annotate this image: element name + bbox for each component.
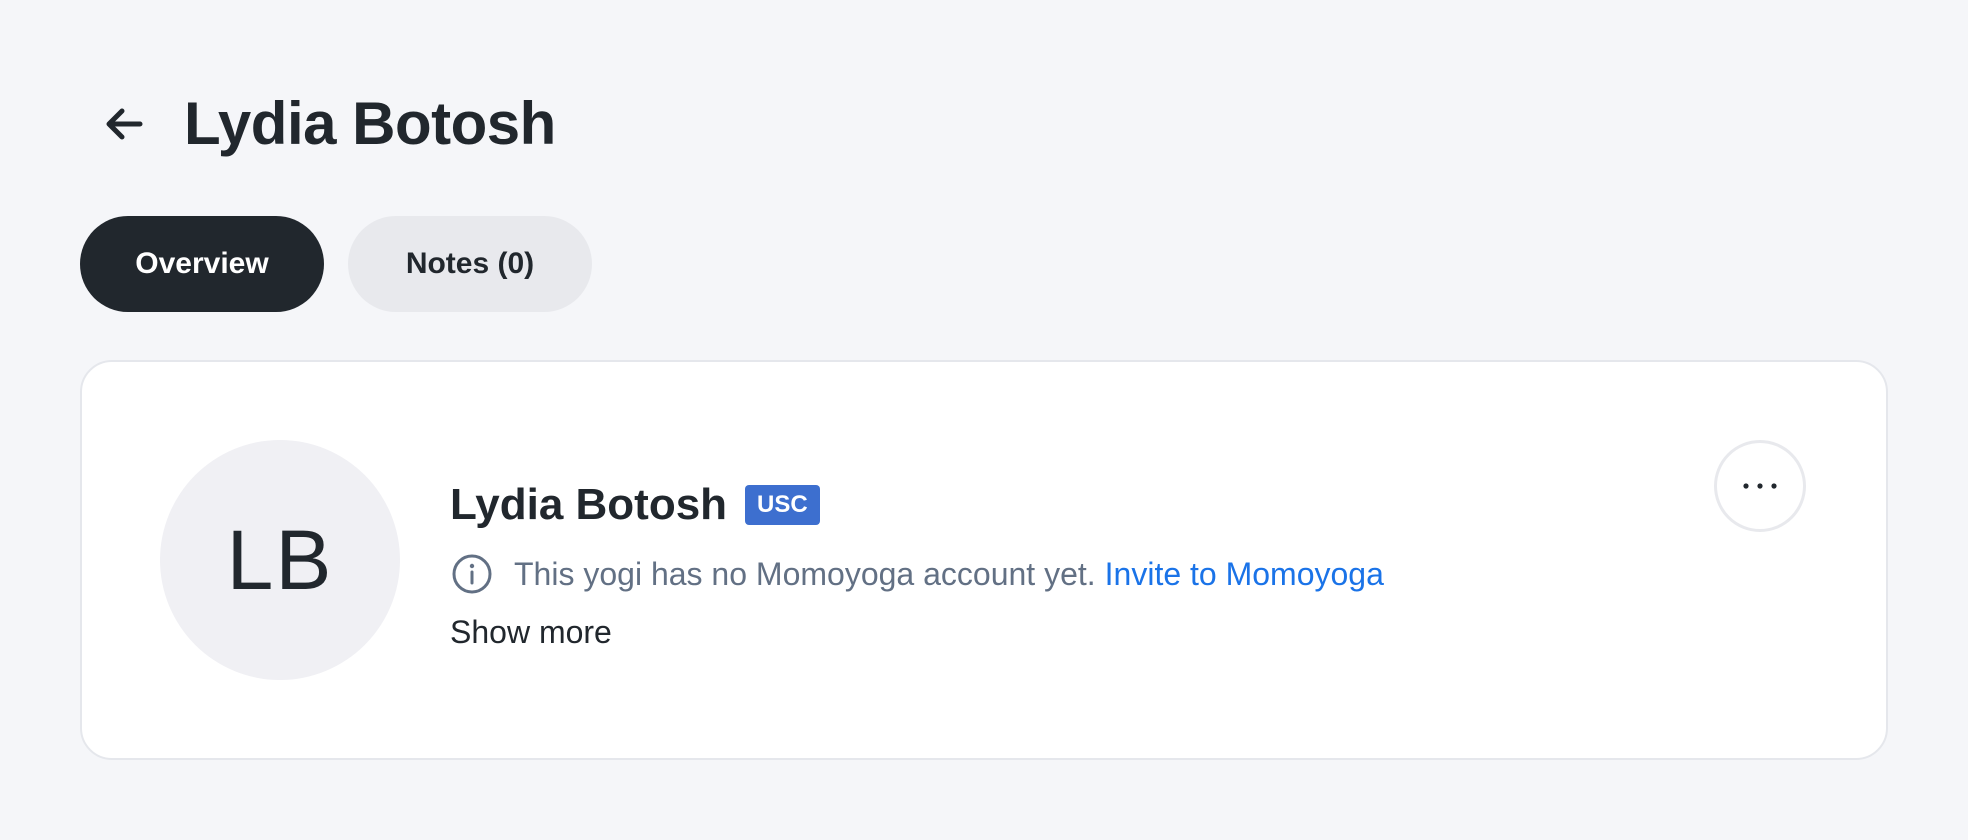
tab-notes[interactable]: Notes (0) bbox=[348, 216, 592, 312]
account-notice: This yogi has no Momoyoga account yet. I… bbox=[450, 552, 1384, 596]
name-row: Lydia Botosh USC bbox=[450, 480, 1384, 530]
show-more-link[interactable]: Show more bbox=[450, 614, 612, 651]
tab-overview[interactable]: Overview bbox=[80, 216, 324, 312]
profile-info: Lydia Botosh USC This yogi has no Momoyo… bbox=[450, 480, 1384, 651]
profile-card: LB Lydia Botosh USC This yogi has no Mom… bbox=[80, 360, 1888, 760]
avatar: LB bbox=[160, 440, 400, 680]
more-horizontal-icon bbox=[1743, 483, 1777, 489]
back-button[interactable] bbox=[100, 100, 148, 148]
profile-name: Lydia Botosh bbox=[450, 480, 728, 529]
arrow-left-icon bbox=[106, 108, 143, 140]
status-badge: USC bbox=[745, 485, 820, 525]
invite-link[interactable]: Invite to Momoyoga bbox=[1105, 556, 1384, 593]
info-icon bbox=[450, 552, 494, 596]
notice-text: This yogi has no Momoyoga account yet. bbox=[514, 555, 1096, 592]
page-title: Lydia Botosh bbox=[184, 90, 556, 157]
page-header: Lydia Botosh bbox=[100, 84, 556, 164]
tab-bar: Overview Notes (0) bbox=[80, 216, 592, 312]
more-options-button[interactable] bbox=[1714, 440, 1806, 532]
